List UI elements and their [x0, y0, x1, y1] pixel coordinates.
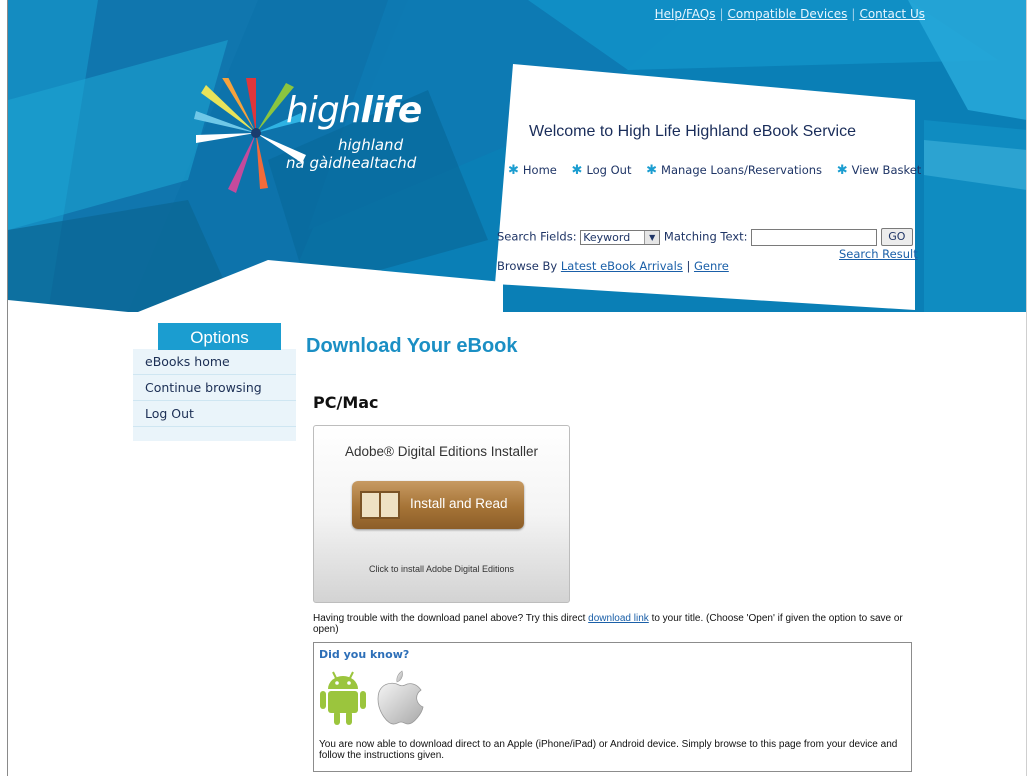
genre-link[interactable]: Genre: [694, 259, 729, 273]
highlife-logo[interactable]: highlife highland na gàidhealtachd: [186, 78, 446, 208]
welcome-heading: Welcome to High Life Highland eBook Serv…: [529, 123, 856, 140]
logo-wordmark: highlife: [286, 90, 422, 131]
main-nav: ✱ Home ✱ Log Out ✱ Manage Loans/Reservation…: [508, 163, 932, 178]
page-title: Download Your eBook: [306, 335, 518, 357]
matching-text-input[interactable]: [751, 228, 878, 246]
browse-row: Browse By Latest eBook Arrivals | Genre: [497, 259, 729, 273]
nav-view-basket[interactable]: ✱ View Basket: [836, 163, 922, 178]
install-button-label: Install and Read: [410, 496, 508, 511]
asterisk-icon: ✱: [836, 163, 848, 178]
download-trouble-text: Having trouble with the download panel a…: [313, 613, 903, 635]
logo-subtitle-highland: highland: [338, 136, 404, 154]
contact-us-link[interactable]: Contact Us: [859, 7, 925, 21]
android-icon: [320, 671, 366, 725]
search-fields-label: Search Fields:: [497, 229, 577, 244]
did-you-know-box: Did you know? You are now able to downlo…: [313, 642, 912, 772]
asterisk-icon: ✱: [646, 163, 658, 178]
search-field-select[interactable]: Keyword ▼: [580, 229, 661, 245]
search-row: Search Fields: Keyword ▼ Matching Text: G…: [497, 228, 913, 246]
nav-manage-loans[interactable]: ✱ Manage Loans/Reservations: [646, 163, 822, 178]
separator: |: [686, 259, 691, 273]
sidebar-item-log-out[interactable]: Log Out: [133, 401, 296, 427]
asterisk-icon: ✱: [571, 163, 583, 178]
matching-text-label: Matching Text:: [663, 229, 748, 244]
adobe-installer-panel: Adobe® Digital Editions Installer Instal…: [313, 425, 570, 603]
compatible-devices-link[interactable]: Compatible Devices: [728, 7, 848, 21]
welcome-panel: [495, 64, 915, 310]
adobe-panel-title: Adobe® Digital Editions Installer: [344, 444, 539, 459]
asterisk-icon: ✱: [508, 163, 519, 178]
options-sidebar: eBooks home Continue browsing Log Out Op…: [133, 323, 296, 441]
search-results-link[interactable]: Search Result: [839, 247, 918, 261]
help-faqs-link[interactable]: Help/FAQs: [655, 7, 716, 21]
nav-home[interactable]: ✱ Home: [508, 163, 557, 178]
sidebar-item-ebooks-home[interactable]: eBooks home: [133, 349, 296, 375]
install-and-read-button[interactable]: Install and Read: [352, 481, 524, 529]
download-link[interactable]: download link: [588, 613, 649, 624]
sidebar-item-continue-browsing[interactable]: Continue browsing: [133, 375, 296, 401]
latest-arrivals-link[interactable]: Latest eBook Arrivals: [561, 259, 683, 273]
options-tab-title: Options: [158, 323, 281, 350]
logo-subtitle-gaelic: na gàidhealtachd: [286, 154, 417, 172]
options-list: eBooks home Continue browsing Log Out: [133, 349, 296, 441]
utility-nav: Help/FAQs | Compatible Devices | Contact Us: [655, 7, 925, 21]
did-you-know-text: You are now able to download direct to a…: [319, 739, 898, 761]
browse-by-label: Browse By: [497, 259, 558, 273]
did-you-know-title: Did you know?: [319, 648, 410, 661]
pc-mac-heading: PC/Mac: [313, 393, 379, 412]
nav-log-out[interactable]: ✱ Log Out: [571, 163, 632, 178]
adobe-panel-caption: Click to install Adobe Digital Editions: [368, 564, 515, 574]
dropdown-arrow-icon: ▼: [644, 230, 660, 244]
separator: |: [851, 7, 856, 21]
apple-icon: [377, 670, 424, 725]
separator: |: [719, 7, 724, 21]
go-button[interactable]: GO: [880, 228, 913, 246]
book-icon: [360, 491, 400, 519]
